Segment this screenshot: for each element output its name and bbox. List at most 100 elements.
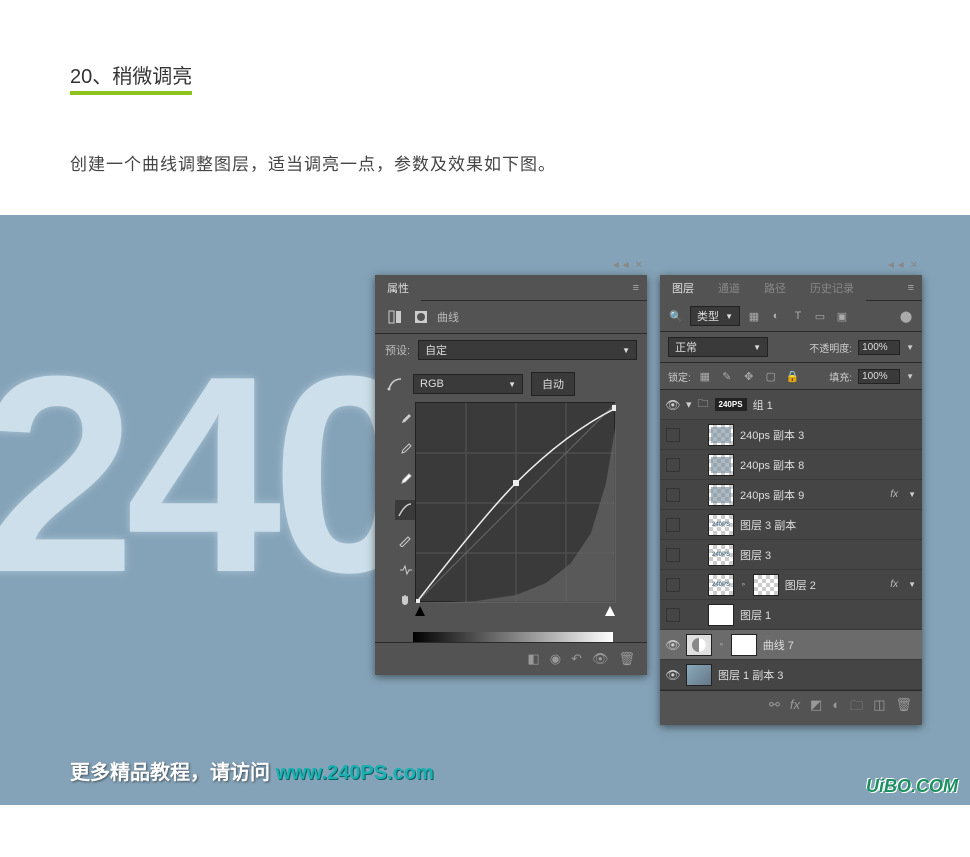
delete-icon[interactable]: 🗑: [895, 697, 912, 719]
clip-icon[interactable]: ◧: [527, 651, 539, 667]
visibility-toggle[interactable]: [666, 578, 680, 592]
lock-transparency-icon[interactable]: ▦: [697, 368, 713, 384]
view-prev-icon[interactable]: ◉: [550, 651, 561, 667]
layer-row[interactable]: 240ps 副本 8: [660, 450, 922, 480]
channel-select[interactable]: RGB▼: [413, 374, 523, 394]
filter-adjust-icon[interactable]: ◐: [768, 308, 784, 324]
layer-row[interactable]: 👁⚬曲线 7: [660, 630, 922, 660]
panel-menu-icon[interactable]: ≡: [633, 282, 639, 294]
smooth-icon[interactable]: [395, 560, 415, 580]
mask-thumb: [731, 634, 757, 656]
visibility-toggle[interactable]: [666, 608, 680, 622]
hand-icon[interactable]: [395, 590, 415, 610]
collapse-icon[interactable]: ◄◄: [611, 260, 631, 271]
lock-all-icon[interactable]: 🔒: [785, 368, 801, 384]
visibility-icon[interactable]: 👁: [592, 651, 609, 667]
layer-name: 240ps 副本 9: [740, 487, 884, 503]
layer-name: 图层 1: [740, 607, 916, 623]
adjustment-icon[interactable]: ◐: [832, 697, 840, 719]
visibility-toggle[interactable]: [666, 458, 680, 472]
curve-edit-icon[interactable]: [395, 500, 415, 520]
link-icon[interactable]: ⚯: [769, 697, 780, 719]
layer-name: 图层 3: [740, 547, 916, 563]
preset-label: 预设:: [385, 342, 410, 358]
output-gradient: [413, 632, 613, 642]
panel-menu-icon[interactable]: ≡: [908, 282, 914, 294]
expand-icon[interactable]: ▾: [686, 398, 692, 411]
panel-controls: ◄◄ ✕: [611, 260, 643, 271]
pencil-icon[interactable]: [395, 530, 415, 550]
chevron-down-icon[interactable]: ▼: [906, 372, 914, 381]
collapse-icon[interactable]: ◄◄: [886, 260, 906, 271]
close-icon[interactable]: ✕: [635, 260, 643, 271]
new-layer-icon[interactable]: ◫: [873, 697, 885, 719]
lock-label: 锁定:: [668, 369, 691, 384]
channel-icon: [385, 374, 405, 394]
filter-type-select[interactable]: 类型▼: [690, 306, 740, 326]
filter-type-icon[interactable]: T: [790, 308, 806, 324]
layer-thumb: [708, 454, 734, 476]
layer-thumb: 240PS: [708, 574, 734, 596]
layer-row[interactable]: 👁 图层 1 副本 3: [660, 660, 922, 690]
lock-paint-icon[interactable]: ✎: [719, 368, 735, 384]
visibility-toggle[interactable]: [666, 518, 680, 532]
layer-row[interactable]: 240ps 副本 9fx▼: [660, 480, 922, 510]
mask-icon: [411, 307, 431, 327]
layer-row[interactable]: 240PS图层 3 副本: [660, 510, 922, 540]
tab-properties[interactable]: 属性: [375, 275, 421, 301]
tab-layers[interactable]: 图层: [660, 275, 706, 301]
delete-icon[interactable]: 🗑: [618, 651, 635, 667]
filter-shape-icon[interactable]: ▭: [812, 308, 828, 324]
visibility-toggle[interactable]: [666, 548, 680, 562]
adjustment-type-label: 曲线: [437, 309, 459, 325]
eyedropper-black-icon[interactable]: [395, 410, 415, 430]
layer-name: 图层 1 副本 3: [718, 667, 916, 683]
opacity-input[interactable]: [858, 340, 900, 355]
layer-badge: 240PS: [715, 398, 747, 411]
filter-pixel-icon[interactable]: ▦: [746, 308, 762, 324]
layer-row[interactable]: 👁▾🗀240PS组 1: [660, 390, 922, 420]
screenshot-canvas: 240 ◄◄ ✕ 属性 ≡ 曲线 预设: 自定▼: [0, 215, 970, 805]
tab-history[interactable]: 历史记录: [798, 275, 866, 301]
layer-row[interactable]: 240PS⚬图层 2fx▼: [660, 570, 922, 600]
eyedropper-white-icon[interactable]: [395, 470, 415, 490]
adjustment-icon: [385, 307, 405, 327]
visibility-toggle[interactable]: [666, 428, 680, 442]
fx-badge[interactable]: fx: [890, 489, 898, 500]
lock-artboard-icon[interactable]: ▢: [763, 368, 779, 384]
filter-toggle-icon[interactable]: ⬤: [898, 308, 914, 324]
reset-icon[interactable]: ↶: [571, 651, 582, 667]
mask-icon[interactable]: ◩: [810, 697, 822, 719]
fx-icon[interactable]: fx: [790, 697, 800, 719]
layer-row[interactable]: 图层 1: [660, 600, 922, 630]
visibility-toggle[interactable]: [666, 488, 680, 502]
fx-badge[interactable]: fx: [890, 579, 898, 590]
close-icon[interactable]: ✕: [910, 260, 918, 271]
filter-smart-icon[interactable]: ▣: [834, 308, 850, 324]
layer-row[interactable]: 240ps 副本 3: [660, 420, 922, 450]
lock-position-icon[interactable]: ✥: [741, 368, 757, 384]
layer-thumb: [708, 604, 734, 626]
visibility-toggle[interactable]: 👁: [666, 398, 680, 412]
blend-mode-select[interactable]: 正常▼: [668, 337, 768, 357]
layer-thumb: [708, 484, 734, 506]
tab-paths[interactable]: 路径: [752, 275, 798, 301]
search-icon[interactable]: 🔍: [668, 308, 684, 324]
layers-panel: ◄◄ ✕ 图层 通道 路径 历史记录 ≡ 🔍 类型▼ ▦ ◐ T ▭ ▣ ⬤ 正…: [660, 275, 922, 725]
group-icon[interactable]: 🗀: [850, 697, 863, 719]
fill-input[interactable]: [858, 369, 900, 384]
preset-select[interactable]: 自定▼: [418, 340, 637, 360]
eyedropper-gray-icon[interactable]: [395, 440, 415, 460]
layer-name: 240ps 副本 8: [740, 457, 916, 473]
layer-list: 👁▾🗀240PS组 1240ps 副本 3240ps 副本 8240ps 副本 …: [660, 390, 922, 690]
layer-thumb: 240PS: [708, 514, 734, 536]
visibility-toggle[interactable]: 👁: [666, 668, 680, 682]
visibility-toggle[interactable]: 👁: [666, 638, 680, 652]
auto-button[interactable]: 自动: [531, 372, 575, 396]
layer-row[interactable]: 240PS 图层 3: [660, 540, 922, 570]
layer-thumb: 240PS: [708, 544, 734, 566]
curve-graph[interactable]: [415, 402, 615, 602]
mask-thumb: [753, 574, 779, 596]
chevron-down-icon[interactable]: ▼: [906, 343, 914, 352]
tab-channels[interactable]: 通道: [706, 275, 752, 301]
